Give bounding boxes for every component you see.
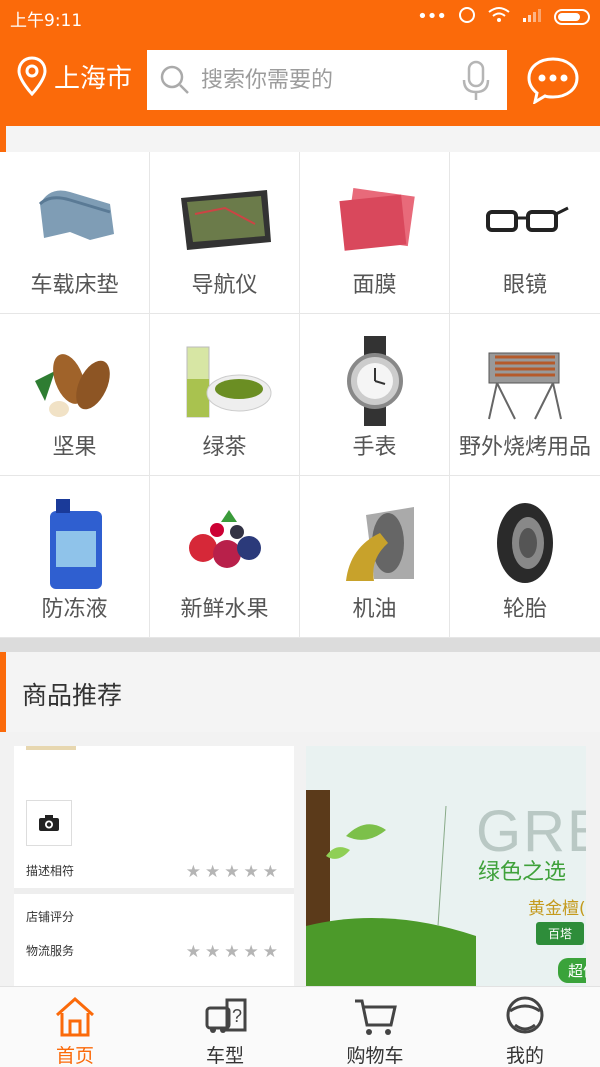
nav-cart[interactable]: 购物车 [300, 987, 450, 1067]
nav-car-model[interactable]: ? 车型 [150, 987, 300, 1067]
promo-button[interactable]: 超值 [558, 958, 586, 983]
category-grid: 车载床垫 导航仪 面膜 眼镜 坚果 绿茶 手表 野外烧烤用品 防冻液 新鲜水果 … [0, 152, 600, 638]
rating-stars: ★★★★★ [185, 942, 282, 962]
tire-image [470, 498, 580, 588]
recommend-title: 商品推荐 [22, 681, 123, 710]
nav-label: 购物车 [346, 1045, 404, 1067]
category-face-mask[interactable]: 面膜 [300, 152, 450, 314]
recommend-header: 商品推荐 [0, 652, 600, 732]
shop-rating-card[interactable]: 描述相符 ★★★★★ 店铺评分 物流服务 ★★★★★ [14, 746, 294, 986]
promo-banner[interactable]: GRE 绿色之选 黄金檀( 百塔 超值 [306, 746, 586, 986]
home-icon [56, 996, 94, 1037]
rating-label: 描述相符 [26, 864, 75, 878]
location-pin-icon [17, 56, 47, 96]
bbq-grill-image [470, 336, 580, 426]
category-car-mattress[interactable]: 车载床垫 [0, 152, 150, 314]
category-label: 手表 [352, 435, 397, 460]
car-mattress-image [20, 174, 130, 264]
category-nuts[interactable]: 坚果 [0, 314, 150, 476]
nuts-image [20, 336, 130, 426]
fruit-image [170, 498, 280, 588]
antifreeze-image [20, 498, 130, 589]
rating-row: 店铺评分 [26, 908, 282, 925]
glasses-image [470, 174, 580, 264]
rating-label: 店铺评分 [26, 910, 75, 924]
status-icons: ••• [417, 6, 590, 28]
category-label: 眼镜 [502, 273, 547, 298]
promo-tag: 百塔 [536, 922, 585, 945]
signal-icon [522, 7, 542, 27]
cart-icon [355, 999, 397, 1035]
category-label: 野外烧烤用品 [458, 435, 591, 460]
watch-image [320, 336, 430, 426]
search-box[interactable] [147, 50, 507, 110]
rating-label: 物流服务 [26, 944, 75, 958]
nav-label: 我的 [505, 1045, 544, 1067]
chat-bubble-icon[interactable] [526, 56, 580, 104]
engine-oil-image [320, 498, 430, 588]
face-mask-image [320, 174, 430, 264]
category-green-tea[interactable]: 绿茶 [150, 314, 300, 476]
nav-profile[interactable]: 我的 [450, 987, 600, 1067]
gps-navigator-image [170, 174, 280, 264]
more-dots-icon: ••• [417, 6, 447, 27]
camera-button[interactable] [26, 800, 72, 846]
microphone-icon[interactable] [461, 60, 491, 102]
category-bbq-grill[interactable]: 野外烧烤用品 [450, 314, 600, 476]
category-label: 防冻液 [41, 597, 108, 622]
search-input[interactable] [201, 67, 431, 93]
section-strip [0, 126, 600, 152]
rating-stars: ★★★★★ [185, 862, 282, 882]
camera-icon [39, 815, 59, 831]
category-label: 新鲜水果 [180, 597, 269, 622]
category-gps-navigator[interactable]: 导航仪 [150, 152, 300, 314]
category-label: 坚果 [52, 435, 97, 460]
search-icon [160, 65, 189, 94]
category-label: 面膜 [352, 273, 397, 298]
alarm-icon [458, 6, 476, 28]
top-bar: 上海市 [0, 34, 600, 126]
rating-row: 物流服务 ★★★★★ [26, 942, 282, 962]
green-tea-image [170, 336, 280, 426]
category-label: 机油 [352, 597, 397, 622]
product-thumb [26, 746, 76, 750]
category-tire[interactable]: 轮胎 [450, 476, 600, 638]
category-fruit[interactable]: 新鲜水果 [150, 476, 300, 638]
battery-icon [554, 9, 590, 25]
profile-icon [506, 996, 544, 1034]
nav-home[interactable]: 首页 [0, 987, 150, 1067]
section-divider [0, 638, 600, 652]
status-time: 上午9:11 [10, 11, 83, 31]
promo-subtitle: 黄金檀( [528, 899, 586, 919]
wifi-icon [488, 6, 510, 28]
status-bar: 上午9:11 ••• [0, 0, 600, 34]
nav-label: 车型 [205, 1045, 244, 1067]
category-watch[interactable]: 手表 [300, 314, 450, 476]
bottom-nav: 首页 ? 车型 购物车 我的 [0, 986, 600, 1067]
category-label: 轮胎 [502, 597, 547, 622]
category-label: 绿茶 [202, 435, 247, 460]
rating-row: 描述相符 ★★★★★ [26, 862, 282, 882]
nav-label: 首页 [55, 1045, 94, 1067]
promo-title: 绿色之选 [478, 860, 567, 885]
car-model-icon: ? [205, 998, 247, 1033]
category-glasses[interactable]: 眼镜 [450, 152, 600, 314]
city-label: 上海市 [54, 63, 133, 94]
category-label: 导航仪 [191, 273, 258, 298]
category-antifreeze[interactable]: 防冻液 [0, 476, 150, 638]
category-engine-oil[interactable]: 机油 [300, 476, 450, 638]
category-label: 车载床垫 [30, 273, 119, 298]
card-separator [14, 888, 294, 894]
svg-text:?: ? [232, 1006, 242, 1026]
city-selector[interactable]: 上海市 [16, 56, 132, 96]
